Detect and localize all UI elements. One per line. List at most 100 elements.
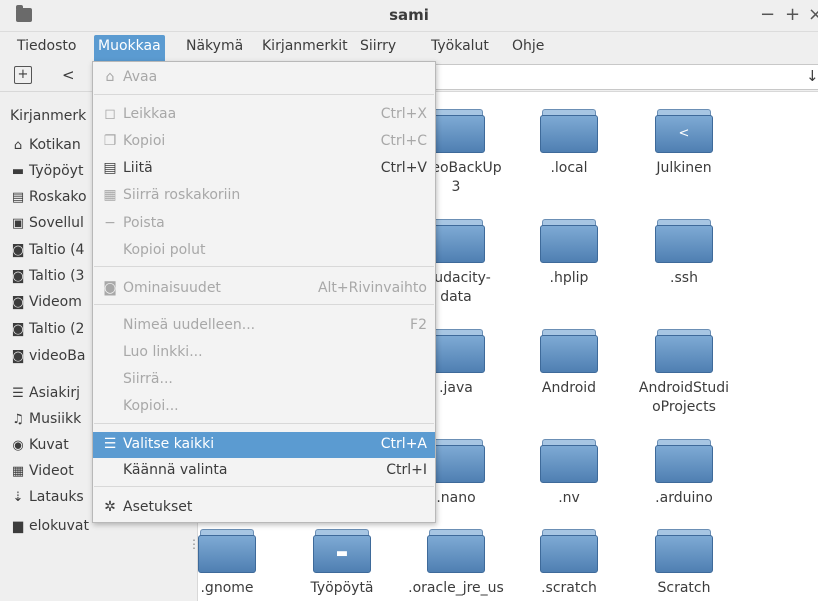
menu-muokkaa[interactable]: Muokkaa	[94, 35, 165, 61]
applications-icon: ▣	[11, 216, 25, 231]
folder-icon	[655, 329, 713, 373]
downloads-icon: ⇣	[12, 490, 24, 505]
menu-item-3[interactable]: ▤ Liitä Ctrl+V	[93, 156, 435, 182]
menu-item-label: Leikkaa	[123, 106, 177, 122]
sidebar-item-label: Sovellul	[29, 215, 84, 231]
forward-menu-button[interactable]: ↓	[806, 67, 818, 85]
menu-tiedosto[interactable]: Tiedosto	[13, 37, 80, 59]
file-name: Työpöytä	[310, 580, 374, 596]
folder-icon	[540, 529, 598, 573]
pictures-icon: ◉	[12, 438, 24, 453]
maximize-button[interactable]: +	[785, 4, 800, 25]
delete-icon: −	[104, 215, 116, 231]
menu-item-label: Käännä valinta	[123, 462, 228, 478]
home-icon: ⌂	[13, 138, 23, 153]
file-name: .nv	[558, 490, 580, 506]
folder-icon	[655, 219, 713, 263]
menu-item-label: Kopioi	[123, 133, 166, 149]
select-all-icon: ☰	[103, 436, 117, 452]
drive-icon: ◙	[11, 243, 25, 258]
menu-item-accelerator: Ctrl+C	[380, 133, 427, 149]
trash-icon: ▦	[103, 187, 117, 203]
new-tab-button[interactable]: +	[14, 66, 32, 84]
drive-icon: ◙	[11, 322, 25, 337]
folder-icon	[198, 529, 256, 573]
file-name: .hplip	[549, 270, 589, 286]
copy-icon: ❐	[103, 133, 117, 149]
file-item[interactable]: .arduino	[626, 439, 742, 508]
menu-item-12[interactable]: ☰ Valitse kaikki Ctrl+A	[93, 432, 435, 458]
file-item[interactable]: .hplip	[511, 219, 627, 288]
trash-icon: ▤	[11, 190, 25, 205]
menu-ohje[interactable]: Ohje	[508, 37, 548, 59]
drive-icon: ◙	[11, 295, 25, 310]
folder-icon	[427, 529, 485, 573]
file-item[interactable]: < Julkinen	[626, 109, 742, 178]
sidebar-item-label: Taltio (3	[29, 268, 85, 284]
folder-icon: ▆	[13, 519, 23, 534]
drive-icon: ◙	[11, 349, 25, 364]
file-item[interactable]: .oracle_jre_us	[398, 529, 514, 598]
sidebar-item-label: Asiakirj	[29, 385, 80, 401]
open-icon: ⌂	[105, 69, 115, 85]
menu-item-accelerator: Ctrl+A	[380, 436, 427, 452]
sidebar-header: Kirjanmerk	[10, 108, 87, 124]
menu-item-5: − Poista	[93, 211, 435, 237]
file-name: Scratch	[657, 580, 711, 596]
menu-item-label: Kopioi...	[123, 398, 179, 414]
file-item[interactable]: Scratch	[626, 529, 742, 598]
menu-item-label: Asetukset	[123, 499, 193, 515]
menu-item-accelerator: F2	[410, 317, 427, 333]
file-name: AndroidStudi oProjects	[638, 380, 730, 415]
menu-item-label: Liitä	[123, 160, 153, 176]
file-item[interactable]: AndroidStudi oProjects	[626, 329, 742, 417]
menu-tyokalut[interactable]: Työkalut	[427, 37, 493, 59]
menu-nakyma[interactable]: Näkymä	[182, 37, 247, 59]
file-item[interactable]: .local	[511, 109, 627, 178]
file-name: .scratch	[541, 580, 597, 596]
menu-item-13[interactable]: Käännä valinta Ctrl+I	[93, 458, 435, 484]
sidebar-item-label: Taltio (2	[29, 321, 85, 337]
file-item[interactable]: Android	[511, 329, 627, 398]
sidebar-item-label: Roskako	[29, 189, 87, 205]
menu-item-14[interactable]: ✲ Asetukset	[93, 495, 435, 521]
file-item[interactable]: .nv	[511, 439, 627, 508]
menu-kirjanmerkit[interactable]: Kirjanmerkit	[258, 37, 352, 59]
settings-icon: ✲	[104, 499, 116, 515]
menu-item-0: ⌂ Avaa	[93, 65, 435, 91]
file-item[interactable]: ▬ Työpöytä	[284, 529, 400, 598]
folder-icon	[655, 439, 713, 483]
menu-item-label: Valitse kaikki	[123, 436, 215, 452]
menu-separator	[94, 423, 434, 424]
sidebar-item-label: Taltio (4	[29, 242, 85, 258]
menu-item-accelerator: Ctrl+I	[386, 462, 427, 478]
folder-icon	[540, 329, 598, 373]
sidebar-item-label: elokuvat	[29, 518, 89, 534]
menu-item-11: Kopioi...	[93, 394, 435, 420]
file-item[interactable]: .ssh	[626, 219, 742, 288]
menu-item-7: ◙ Ominaisuudet Alt+Rivinvaihto	[93, 276, 435, 302]
folder-icon: <	[655, 109, 713, 153]
menu-item-label: Kopioi polut	[123, 242, 206, 258]
close-button[interactable]: ×	[808, 4, 818, 25]
edit-menu: ⌂ Avaa ◻ Leikkaa Ctrl+X ❐ Kopioi Ctrl+C ▤ Liitä Ct…	[92, 61, 436, 523]
file-name: .oracle_jre_us	[408, 580, 504, 596]
documents-icon: ☰	[12, 386, 24, 401]
sidebar-item-label: Kuvat	[29, 437, 69, 453]
back-button[interactable]: <	[62, 66, 75, 84]
location-bar[interactable]	[420, 64, 818, 90]
menu-siirry[interactable]: Siirry	[356, 37, 400, 59]
minimize-button[interactable]: −	[760, 4, 775, 25]
music-icon: ♫	[12, 412, 24, 427]
sidebar-item-label: Latauks	[29, 489, 84, 505]
menu-item-1: ◻ Leikkaa Ctrl+X	[93, 102, 435, 128]
videos-icon: ▦	[11, 464, 25, 479]
file-item[interactable]: .gnome	[169, 529, 285, 598]
properties-icon: ◙	[103, 280, 117, 296]
folder-icon: ▬	[313, 529, 371, 573]
file-name: Julkinen	[656, 160, 712, 176]
file-item[interactable]: .scratch	[511, 529, 627, 598]
menu-item-10: Siirrä...	[93, 367, 435, 393]
file-name: .arduino	[655, 490, 713, 506]
menu-separator	[94, 266, 434, 267]
